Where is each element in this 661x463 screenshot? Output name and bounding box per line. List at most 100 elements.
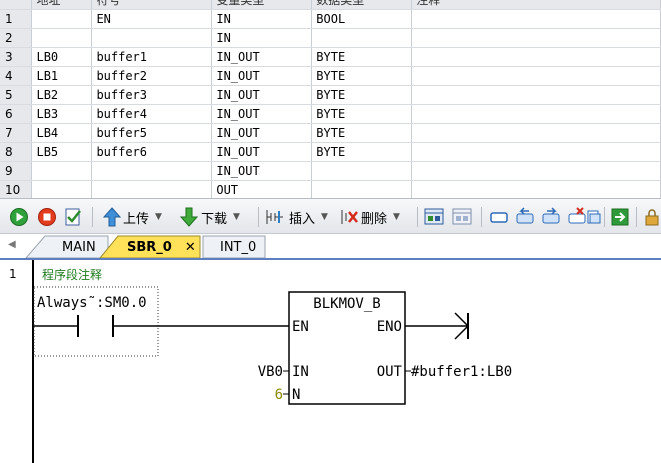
cell-data-type[interactable]: BOOL	[311, 9, 413, 29]
cell-rownum[interactable]: 1	[0, 9, 33, 29]
cell-variable-type[interactable]: IN_OUT	[211, 104, 313, 124]
header-data-type[interactable]: 数据类型	[311, 0, 413, 10]
n-operand[interactable]: 6	[275, 387, 289, 403]
cell-comment[interactable]	[411, 142, 661, 162]
cell-address[interactable]	[31, 28, 93, 48]
table-row[interactable]: 8 LB5 buffer6 IN_OUT BYTE	[0, 142, 661, 162]
cell-address[interactable]: LB2	[31, 85, 93, 105]
header-comment[interactable]: 注释	[411, 0, 661, 10]
cell-rownum[interactable]: 10	[0, 180, 33, 198]
upload-dropdown-icon[interactable]: ▼	[155, 212, 162, 222]
cell-symbol[interactable]: buffer1	[91, 47, 213, 67]
cell-symbol[interactable]	[91, 28, 213, 48]
cell-rownum[interactable]: 9	[0, 161, 33, 181]
compile-button[interactable]	[63, 207, 83, 227]
cell-variable-type[interactable]: IN_OUT	[211, 142, 313, 162]
cell-address[interactable]: LB0	[31, 47, 93, 67]
cell-address[interactable]	[31, 9, 93, 29]
cell-symbol[interactable]: EN	[91, 9, 213, 29]
cell-symbol[interactable]	[91, 180, 213, 198]
normally-open-contact[interactable]: Always˜:SM0.0	[33, 286, 159, 357]
cell-comment[interactable]	[411, 161, 661, 181]
block-button-2[interactable]	[515, 207, 535, 227]
insert-button[interactable]: 插入 ▼	[265, 207, 328, 227]
cell-comment[interactable]	[411, 180, 661, 198]
table-row[interactable]: 3 LB0 buffer1 IN_OUT BYTE	[0, 47, 661, 67]
cell-comment[interactable]	[411, 104, 661, 124]
delete-button[interactable]: 删除 ▼	[340, 207, 400, 227]
cell-rownum[interactable]: 8	[0, 142, 33, 162]
cell-address[interactable]: LB5	[31, 142, 93, 162]
cell-data-type[interactable]: BYTE	[311, 142, 413, 162]
block-button-1[interactable]	[489, 207, 509, 227]
cell-rownum[interactable]: 5	[0, 85, 33, 105]
cell-variable-type[interactable]: IN	[211, 28, 313, 48]
table-row[interactable]: 1 EN IN BOOL	[0, 9, 661, 29]
cell-data-type[interactable]: BYTE	[311, 123, 413, 143]
cell-data-type[interactable]: BYTE	[311, 104, 413, 124]
upload-button[interactable]: 上传 ▼	[103, 207, 162, 227]
cell-symbol[interactable]: buffer4	[91, 104, 213, 124]
block-button-3[interactable]	[541, 207, 561, 227]
table-row[interactable]: 5 LB2 buffer3 IN_OUT BYTE	[0, 85, 661, 105]
out-operand[interactable]: #buffer1:LB0	[405, 364, 512, 380]
cell-variable-type[interactable]: IN_OUT	[211, 85, 313, 105]
cell-variable-type[interactable]: OUT	[211, 180, 313, 198]
cell-data-type[interactable]	[311, 161, 413, 181]
cell-rownum[interactable]: 2	[0, 28, 33, 48]
table-row[interactable]: 4 LB1 buffer2 IN_OUT BYTE	[0, 66, 661, 86]
tab-main[interactable]: MAIN	[54, 236, 104, 258]
block-button-5[interactable]	[587, 207, 601, 227]
lock-button[interactable]	[644, 207, 660, 227]
cell-address[interactable]: LB3	[31, 104, 93, 124]
cell-variable-type[interactable]: IN_OUT	[211, 161, 313, 181]
cell-variable-type[interactable]: IN_OUT	[211, 66, 313, 86]
cell-rownum[interactable]: 6	[0, 104, 33, 124]
cell-data-type[interactable]	[311, 28, 413, 48]
cell-comment[interactable]	[411, 47, 661, 67]
cell-symbol[interactable]	[91, 161, 213, 181]
table-row[interactable]: 2 IN	[0, 28, 661, 48]
debug-button-2[interactable]	[452, 207, 474, 227]
table-row[interactable]: 9 IN_OUT	[0, 161, 661, 181]
go-button[interactable]	[611, 207, 629, 227]
cell-rownum[interactable]: 7	[0, 123, 33, 143]
cell-address[interactable]	[31, 180, 93, 198]
block-button-4[interactable]	[567, 207, 587, 227]
run-button[interactable]	[9, 207, 29, 227]
table-row[interactable]: 6 LB3 buffer4 IN_OUT BYTE	[0, 104, 661, 124]
cell-address[interactable]	[31, 161, 93, 181]
insert-dropdown-icon[interactable]: ▼	[321, 212, 328, 222]
delete-dropdown-icon[interactable]: ▼	[393, 212, 400, 222]
cell-data-type[interactable]: BYTE	[311, 66, 413, 86]
debug-button-1[interactable]	[424, 207, 446, 227]
cell-data-type[interactable]: BYTE	[311, 47, 413, 67]
cell-data-type[interactable]	[311, 180, 413, 198]
cell-data-type[interactable]: BYTE	[311, 85, 413, 105]
blkmov-block[interactable]: BLKMOV_B EN ENO IN OUT N	[288, 291, 406, 405]
header-address[interactable]: 地址	[31, 0, 93, 10]
table-row[interactable]: 10 OUT	[0, 180, 661, 198]
tab-int-0[interactable]: INT_0	[212, 236, 264, 258]
cell-variable-type[interactable]: IN_OUT	[211, 123, 313, 143]
cell-address[interactable]: LB4	[31, 123, 93, 143]
cell-address[interactable]: LB1	[31, 66, 93, 86]
cell-comment[interactable]	[411, 123, 661, 143]
download-button[interactable]: 下载 ▼	[180, 207, 240, 227]
header-variable-type[interactable]: 变量类型	[211, 0, 313, 10]
ladder-editor[interactable]: 1 程序段注释 Always˜:SM0.0 BLKMOV_B EN ENO IN…	[0, 260, 661, 463]
cell-rownum[interactable]: 4	[0, 66, 33, 86]
cell-comment[interactable]	[411, 28, 661, 48]
header-symbol[interactable]: 符号	[91, 0, 213, 10]
table-row[interactable]: 7 LB4 buffer5 IN_OUT BYTE	[0, 123, 661, 143]
cell-comment[interactable]	[411, 85, 661, 105]
cell-comment[interactable]	[411, 9, 661, 29]
tab-sbr-0[interactable]: SBR_0 ✕	[119, 236, 204, 258]
cell-symbol[interactable]: buffer5	[91, 123, 213, 143]
cell-variable-type[interactable]: IN_OUT	[211, 47, 313, 67]
close-tab-icon[interactable]: ✕	[185, 240, 196, 255]
cell-rownum[interactable]: 3	[0, 47, 33, 67]
in-operand[interactable]: VB0	[258, 364, 289, 380]
stop-button[interactable]	[37, 207, 57, 227]
cell-symbol[interactable]: buffer3	[91, 85, 213, 105]
